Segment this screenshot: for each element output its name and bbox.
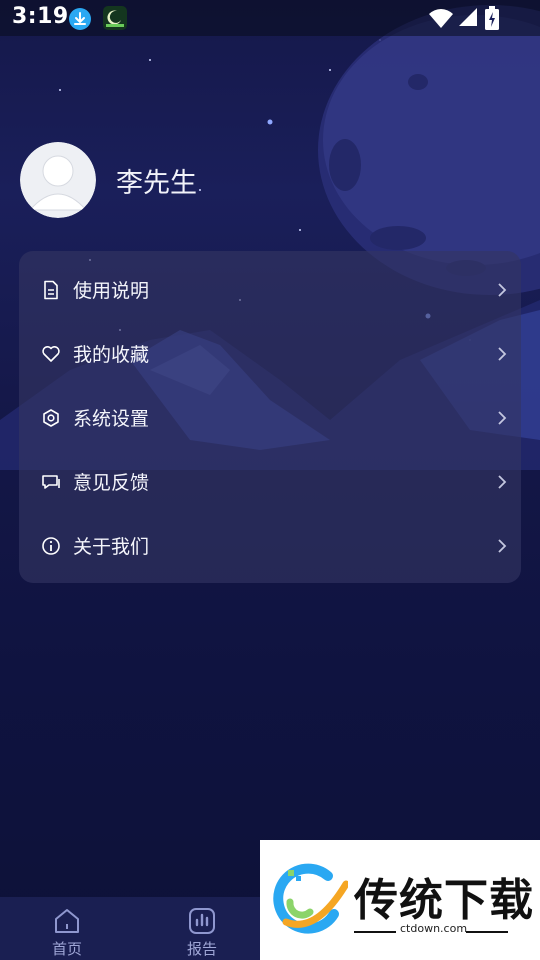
status-bar: 3:19 <box>0 0 540 36</box>
menu-item-label: 系统设置 <box>73 407 150 430</box>
brand-logo <box>273 863 348 934</box>
divider <box>354 931 396 933</box>
menu-item-label: 关于我们 <box>73 535 150 558</box>
heart-icon <box>42 346 60 362</box>
document-icon <box>44 280 58 300</box>
menu-item-label: 使用说明 <box>73 279 150 302</box>
user-profile[interactable]: 李先生 <box>20 141 197 219</box>
menu-item-label: 我的收藏 <box>73 343 150 366</box>
tab-label: 报告 <box>186 940 217 958</box>
chevron-right-icon <box>498 411 507 425</box>
report-chart-icon <box>189 908 215 934</box>
chevron-right-icon <box>498 475 507 489</box>
watermark-url: ctdown.com <box>400 922 468 935</box>
chevron-right-icon <box>498 539 507 553</box>
settings-icon <box>43 409 59 427</box>
chevron-right-icon <box>498 283 507 297</box>
menu-item-label: 意见反馈 <box>73 471 150 494</box>
battery-charging-icon <box>485 6 499 30</box>
tab-home[interactable]: 首页 <box>17 897 117 960</box>
avatar[interactable] <box>20 142 96 218</box>
feedback-icon <box>42 475 60 489</box>
home-icon <box>55 909 79 933</box>
chevron-right-icon <box>498 347 507 361</box>
wifi-icon <box>429 9 453 28</box>
tab-report[interactable]: 报告 <box>152 897 252 960</box>
menu-item-system-settings[interactable]: 系统设置 <box>19 385 521 449</box>
cellular-signal-icon <box>459 8 477 26</box>
app-notification-icon <box>103 6 127 30</box>
menu-item-instructions[interactable]: 使用说明 <box>19 257 521 321</box>
user-name: 李先生 <box>116 167 197 199</box>
menu-item-feedback[interactable]: 意见反馈 <box>19 449 521 513</box>
tab-label: 首页 <box>51 940 82 958</box>
divider <box>466 931 508 933</box>
site-watermark: 传统下载 ctdown.com <box>260 840 540 960</box>
watermark-title: 传统下载 <box>354 875 534 926</box>
menu-item-favorites[interactable]: 我的收藏 <box>19 321 521 385</box>
settings-menu: 使用说明 我的收藏 系统设置 意见反馈 关于我们 <box>19 251 521 583</box>
info-icon <box>42 537 60 555</box>
download-icon <box>69 8 91 30</box>
menu-item-about-us[interactable]: 关于我们 <box>19 513 521 577</box>
status-time: 3:19 <box>12 4 69 29</box>
